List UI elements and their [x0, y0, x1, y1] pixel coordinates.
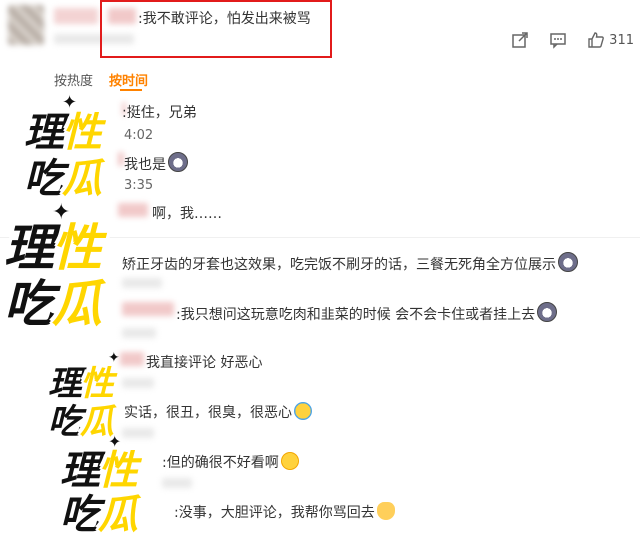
reply-author-blurred [120, 352, 144, 366]
reply-text-content: :我只想问这玩意吃肉和韭菜的时候 会不会卡住或者挂上去 [176, 307, 536, 323]
sticker-char: 瓜 [52, 275, 102, 333]
sticker-eat-melon: 吃瓜 [60, 482, 138, 540]
username-blurred [54, 8, 98, 24]
sticker-eat-melon: 吃瓜 [48, 394, 114, 443]
share-icon[interactable] [511, 31, 529, 49]
sticker-char: 吃 [48, 402, 82, 442]
sticker-char: 吃 [60, 492, 100, 538]
tab-by-hot[interactable]: 按热度 [54, 70, 93, 89]
shocked-face-icon [168, 152, 188, 172]
highlighted-comment: :我不敢评论，怕发出来被骂 [100, 0, 332, 58]
cat-face-icon [376, 502, 395, 520]
reply-text-content: :没事，大胆评论，我帮你骂回去 [174, 505, 375, 521]
shocked-face-icon [558, 252, 578, 272]
comment-text: :我不敢评论，怕发出来被骂 [138, 11, 311, 27]
like-count: 311 [609, 32, 634, 48]
sticker-eat-melon: 吃瓜 [4, 264, 102, 336]
like-button[interactable]: 311 [587, 31, 634, 49]
reply-time: 4:02 [124, 128, 154, 143]
sticker-char: 吃 [4, 275, 54, 333]
reply-text-content: 实话，很丑，很臭，很恶心 [124, 405, 292, 421]
comment-actions: 311 [511, 30, 634, 50]
sticker-char: 吃 [24, 156, 64, 202]
sort-tabs: 按热度 按时间 [54, 70, 148, 89]
reply-time: 3:35 [124, 178, 154, 193]
laughing-crying-icon [294, 402, 312, 420]
reply-meta-blurred [122, 428, 154, 438]
reply-meta-blurred [122, 278, 162, 288]
reply-text: 实话，很丑，很臭，很恶心 [124, 402, 312, 422]
reply-meta-blurred [122, 328, 156, 338]
reply-text: :没事，大胆评论，我帮你骂回去 [174, 502, 395, 522]
reply-text: 我也是 [124, 152, 188, 174]
reply-text: 我直接评论 好恶心 [146, 355, 263, 371]
reply-text: 啊，我…… [152, 206, 222, 222]
active-tab-indicator [120, 89, 142, 91]
tab-by-time[interactable]: 按时间 [109, 70, 148, 89]
reply-text: 矫正牙齿的牙套也这效果，吃完饭不刷牙的话，三餐无死角全方位展示 [122, 252, 578, 274]
reply-text: :挺住，兄弟 [122, 105, 197, 121]
reply-text-content: 矫正牙齿的牙套也这效果，吃完饭不刷牙的话，三餐无死角全方位展示 [122, 257, 556, 273]
reply-meta-blurred [162, 478, 192, 488]
reply-text: :我只想问这玩意吃肉和韭菜的时候 会不会卡住或者挂上去 [176, 302, 558, 324]
thumbs-up-icon [587, 31, 605, 49]
reply-author-blurred [118, 203, 148, 217]
sticker-eat-melon: 吃瓜 [24, 146, 102, 204]
shocked-face-icon [537, 302, 558, 322]
sticker-char: 瓜 [62, 156, 102, 202]
reply-text-content: :但的确很不好看啊 [162, 455, 279, 471]
comment-author-blurred [108, 8, 136, 24]
sticker-char: 瓜 [98, 492, 138, 538]
crying-face-icon [280, 452, 299, 470]
avatar[interactable] [8, 5, 44, 45]
comment-icon[interactable] [549, 31, 567, 49]
reply-meta-blurred [122, 378, 154, 388]
reply-text-content: 我也是 [124, 157, 166, 173]
reply-author-blurred [122, 302, 174, 316]
reply-text: :但的确很不好看啊 [162, 452, 299, 472]
